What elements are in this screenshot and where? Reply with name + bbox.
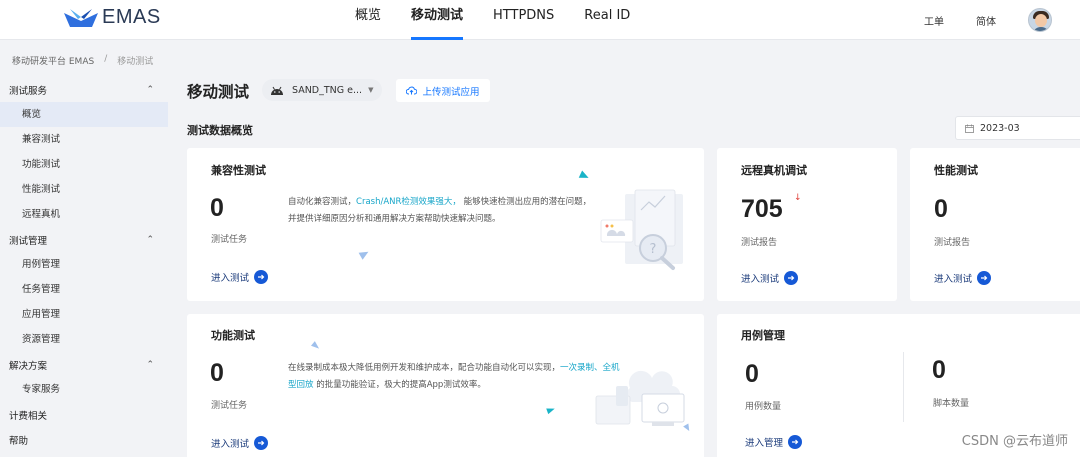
remote-report-count: 705 [741, 195, 783, 223]
overview-title: 测试数据概览 [187, 124, 253, 137]
nav-real-id[interactable]: Real ID [584, 0, 630, 40]
nav-mobile-testing[interactable]: 移动测试 [411, 0, 464, 40]
perf-report-label: 测试报告 [934, 238, 971, 248]
devices-cloud-illustration [595, 370, 685, 426]
sidebar-group-solutions[interactable]: 解决方案 ⌃ [0, 352, 168, 377]
language-switch[interactable]: 简体 [976, 13, 996, 28]
func-task-count: 0 [210, 359, 224, 387]
breadcrumb-current: 移动测试 [117, 57, 154, 67]
top-nav: EMAS 概览 移动测试 HTTPDNS Real ID 工单 简体 [0, 0, 1080, 40]
compat-task-count: 0 [210, 194, 224, 222]
sidebar-group-billing[interactable]: 计费相关 [0, 402, 168, 427]
app-select-value: SAND_TNG e... [292, 84, 363, 96]
main-nav: 概览 移动测试 HTTPDNS Real ID [355, 0, 660, 40]
case-count-label: 用例数量 [745, 402, 782, 412]
arrow-right-icon [788, 435, 803, 449]
script-count: 0 [932, 356, 946, 384]
chevron-up-icon: ⌃ [146, 359, 154, 370]
nav-httpdns[interactable]: HTTPDNS [493, 0, 554, 40]
android-icon [271, 86, 283, 95]
sidebar-group-test-management[interactable]: 测试管理 ⌃ [0, 227, 168, 252]
arrow-right-icon [254, 270, 269, 284]
performance-test-card: 性能测试 0 测试报告 进入测试 [910, 148, 1080, 301]
nav-right: 工单 简体 [924, 0, 1052, 40]
cloud-upload-icon [406, 86, 418, 95]
app-select[interactable]: SAND_TNG e... ▼ [262, 79, 382, 101]
remote-device-card: 远程真机调试 705 ↓ 测试报告 进入测试 [717, 148, 897, 301]
case-manage-link[interactable]: 进入管理 [745, 435, 803, 449]
sidebar-item-remote-device[interactable]: 远程真机 [0, 202, 168, 227]
perf-enter-link[interactable]: 进入测试 [934, 271, 992, 285]
card-title: 性能测试 [934, 164, 978, 177]
document-search-illustration: ? [600, 189, 683, 270]
upload-button-label: 上传测试应用 [422, 86, 480, 98]
compat-enter-link[interactable]: 进入测试 [211, 270, 269, 284]
emas-logo[interactable]: EMAS [64, 6, 161, 29]
breadcrumb-root[interactable]: 移动研发平台 EMAS [12, 54, 94, 67]
arrow-right-icon [977, 271, 992, 285]
sidebar-item-performance[interactable]: 性能测试 [0, 177, 168, 202]
card-title: 远程真机调试 [741, 164, 807, 177]
calendar-icon [965, 124, 974, 133]
sidebar-group-label: 计费相关 [9, 410, 48, 422]
sidebar-item-task-management[interactable]: 任务管理 [0, 277, 168, 302]
arrow-right-icon [784, 271, 799, 285]
watermark: CSDN @云布道师 [961, 434, 1068, 449]
sidebar-group-help[interactable]: 帮助 [0, 427, 168, 452]
chevron-up-icon: ⌃ [146, 234, 154, 245]
caret-down-icon: ▼ [368, 86, 374, 94]
func-enter-link[interactable]: 进入测试 [211, 436, 269, 450]
compat-test-card: 兼容性测试 0 测试任务 自动化兼容测试，Crash/ANR检测效果强大， 能够… [187, 148, 704, 301]
sidebar-item-expert-service[interactable]: 专家服务 [0, 377, 168, 402]
card-title: 功能测试 [211, 329, 255, 342]
upload-test-app-button[interactable]: 上传测试应用 [396, 79, 490, 102]
month-picker[interactable]: 2023-03 [955, 116, 1080, 140]
breadcrumb-separator: / [104, 54, 108, 64]
nav-overview[interactable]: 概览 [355, 0, 381, 40]
remote-report-label: 测试报告 [741, 238, 778, 248]
month-picker-value: 2023-03 [980, 122, 1020, 134]
card-title: 用例管理 [741, 329, 785, 342]
arrow-right-icon [254, 436, 269, 450]
functional-test-card: 功能测试 0 测试任务 在线录制成本极大降低用例开发和维护成本，配合功能自动化可… [187, 314, 704, 457]
breadcrumb: 移动研发平台 EMAS / 移动测试 [12, 54, 153, 67]
script-count-label: 脚本数量 [933, 399, 970, 409]
sidebar-item-case-management[interactable]: 用例管理 [0, 252, 168, 277]
logo-text: EMAS [102, 6, 161, 28]
sidebar-item-resource-management[interactable]: 资源管理 [0, 327, 168, 352]
func-description: 在线录制成本极大降低用例开发和维护成本，配合功能自动化可以实现，一次录制、全机型… [288, 363, 620, 390]
ticket-link[interactable]: 工单 [924, 13, 944, 28]
sidebar-group-test-services[interactable]: 测试服务 ⌃ [0, 77, 168, 102]
arrow-down-icon: ↓ [794, 193, 802, 203]
sidebar-group-label: 帮助 [9, 435, 29, 447]
sidebar-item-functional[interactable]: 功能测试 [0, 152, 168, 177]
remote-enter-link[interactable]: 进入测试 [741, 271, 799, 285]
user-avatar[interactable] [1028, 8, 1052, 32]
sidebar-group-label: 测试管理 [9, 235, 48, 247]
sidebar-group-label: 测试服务 [9, 85, 48, 97]
logo-icon [64, 8, 98, 27]
sidebar: 测试服务 ⌃ 概览 兼容测试 功能测试 性能测试 远程真机 测试管理 ⌃ 用例管… [0, 77, 168, 457]
compat-description: 自动化兼容测试，Crash/ANR检测效果强大， 能够快速检测出应用的潜在问题，… [288, 197, 592, 224]
func-task-label: 测试任务 [211, 401, 248, 411]
case-count: 0 [745, 360, 759, 388]
divider [903, 352, 904, 422]
perf-report-count: 0 [934, 195, 948, 223]
compat-task-label: 测试任务 [211, 235, 248, 245]
sidebar-item-compat[interactable]: 兼容测试 [0, 127, 168, 152]
sidebar-item-overview[interactable]: 概览 [0, 102, 168, 127]
chevron-up-icon: ⌃ [146, 84, 154, 95]
sidebar-group-label: 解决方案 [9, 360, 48, 372]
card-title: 兼容性测试 [211, 164, 266, 177]
svg-text:?: ? [650, 242, 657, 257]
sidebar-item-app-management[interactable]: 应用管理 [0, 302, 168, 327]
page-title: 移动测试 [187, 83, 250, 101]
